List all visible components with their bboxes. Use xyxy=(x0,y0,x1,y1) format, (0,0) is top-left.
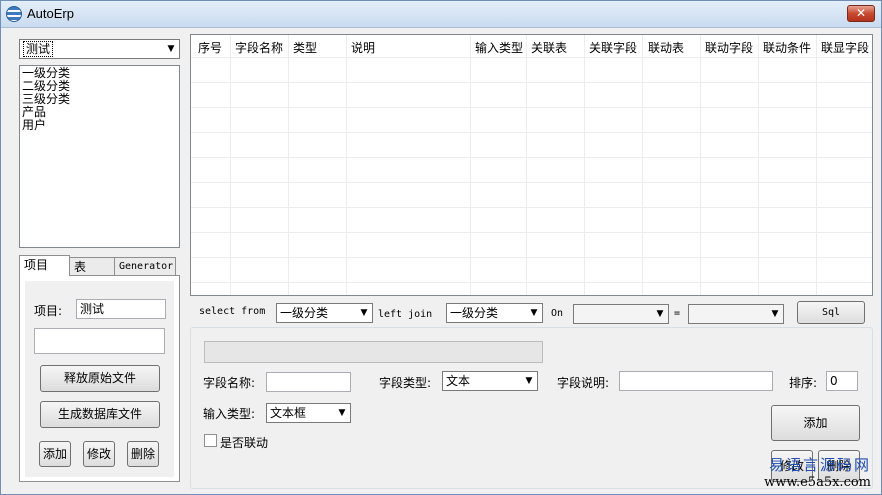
sql-button[interactable]: Sql xyxy=(797,301,865,324)
field-name-input[interactable] xyxy=(266,372,351,392)
equals-label: = xyxy=(674,308,681,319)
app-window: AutoErp ✕ 测试 ▼ 一级分类 二级分类 三级分类 产品 用户 项目 表… xyxy=(0,0,882,495)
column-header[interactable]: 关联表 xyxy=(531,39,567,56)
project-panel-body: 项目: 测试 释放原始文件 生成数据库文件 添加 修改 删除 xyxy=(25,281,174,477)
on-label: On xyxy=(551,308,564,319)
project-note-field[interactable] xyxy=(34,328,165,354)
progress-bar xyxy=(204,341,543,363)
chevron-down-icon: ▼ xyxy=(338,408,346,418)
grid-header: 序号 字段名称 类型 说明 输入类型 关联表 关联字段 联动表 联动字段 联动条… xyxy=(191,35,872,57)
project-add-button[interactable]: 添加 xyxy=(39,441,71,467)
project-tab-panel: 项目: 测试 释放原始文件 生成数据库文件 添加 修改 删除 xyxy=(19,275,180,482)
field-grid[interactable]: 序号 字段名称 类型 说明 输入类型 关联表 关联字段 联动表 联动字段 联动条… xyxy=(190,34,873,296)
column-header[interactable]: 输入类型 xyxy=(475,39,523,56)
field-name-label: 字段名称: xyxy=(203,376,256,390)
category-list[interactable]: 一级分类 二级分类 三级分类 产品 用户 xyxy=(19,65,180,248)
tab-generator[interactable]: Generator xyxy=(114,257,176,276)
project-edit-button[interactable]: 修改 xyxy=(83,441,115,467)
field-type-label: 字段类型: xyxy=(379,376,432,390)
project-name-value: 测试 xyxy=(80,302,105,316)
input-type-select[interactable]: 文本框 ▼ xyxy=(266,403,351,423)
project-select[interactable]: 测试 ▼ xyxy=(19,39,180,59)
field-type-value: 文本 xyxy=(446,374,471,388)
list-item[interactable]: 用户 xyxy=(22,119,177,132)
watermark-text: 易语言源码网 xyxy=(768,456,871,474)
generate-db-button[interactable]: 生成数据库文件 xyxy=(40,401,160,428)
tab-table-label: 表 xyxy=(74,260,87,274)
sort-label: 排序: xyxy=(789,376,818,390)
title-bar: AutoErp ✕ xyxy=(1,1,881,28)
close-button[interactable]: ✕ xyxy=(847,5,875,22)
column-header[interactable]: 联动条件 xyxy=(763,39,811,56)
grid-divider xyxy=(191,57,872,58)
grid-divider xyxy=(526,35,527,295)
grid-divider xyxy=(191,82,872,83)
site-watermark: 易语言源码网 www.e5a5x.com xyxy=(764,454,871,490)
left-join-select[interactable]: 一级分类 ▼ xyxy=(446,303,543,323)
column-header[interactable]: 类型 xyxy=(293,39,317,56)
grid-divider xyxy=(191,157,872,158)
left-join-label: left join xyxy=(378,309,433,320)
sort-input[interactable]: 0 xyxy=(826,371,858,391)
grid-divider xyxy=(191,257,872,258)
on-right-select[interactable]: ▼ xyxy=(688,304,784,324)
grid-divider xyxy=(288,35,289,295)
field-add-button[interactable]: 添加 xyxy=(771,405,860,441)
chevron-down-icon: ▼ xyxy=(656,309,664,319)
column-header[interactable]: 联动字段 xyxy=(705,39,753,56)
column-header[interactable]: 联显字段 xyxy=(821,39,869,56)
select-from-select[interactable]: 一级分类 ▼ xyxy=(276,303,373,323)
field-type-select[interactable]: 文本 ▼ xyxy=(442,371,538,391)
column-header[interactable]: 字段名称 xyxy=(235,39,283,56)
grid-divider xyxy=(816,35,817,295)
release-files-button[interactable]: 释放原始文件 xyxy=(40,365,160,392)
grid-divider xyxy=(346,35,347,295)
sort-value: 0 xyxy=(830,374,838,388)
grid-divider xyxy=(700,35,701,295)
input-type-value: 文本框 xyxy=(270,406,307,420)
grid-divider xyxy=(191,207,872,208)
column-header[interactable]: 说明 xyxy=(351,39,375,56)
chevron-down-icon: ▼ xyxy=(167,44,175,54)
grid-divider xyxy=(191,132,872,133)
grid-divider xyxy=(191,107,872,108)
column-header[interactable]: 关联字段 xyxy=(589,39,637,56)
input-type-label: 输入类型: xyxy=(203,407,256,421)
column-header[interactable]: 序号 xyxy=(198,39,222,56)
watermark-url: www.e5a5x.com xyxy=(764,475,871,490)
field-desc-input[interactable] xyxy=(619,371,773,391)
grid-divider xyxy=(191,282,872,283)
tab-project-label: 项目 xyxy=(24,258,49,272)
linked-checkbox[interactable] xyxy=(204,434,217,447)
select-from-value: 一级分类 xyxy=(280,306,329,320)
grid-divider xyxy=(191,182,872,183)
left-join-value: 一级分类 xyxy=(450,306,499,320)
tab-project[interactable]: 项目 xyxy=(19,255,70,276)
chevron-down-icon: ▼ xyxy=(530,308,538,318)
grid-divider xyxy=(642,35,643,295)
project-name-field[interactable]: 测试 xyxy=(76,299,166,319)
chevron-down-icon: ▼ xyxy=(771,309,779,319)
column-header[interactable]: 联动表 xyxy=(648,39,684,56)
project-select-value: 测试 xyxy=(23,41,54,57)
select-from-label: select from xyxy=(199,306,266,317)
project-name-label: 项目: xyxy=(34,304,63,318)
grid-divider xyxy=(230,35,231,295)
chevron-down-icon: ▼ xyxy=(525,376,533,386)
field-desc-label: 字段说明: xyxy=(557,376,610,390)
linked-label: 是否联动 xyxy=(220,436,269,450)
tab-table[interactable]: 表 xyxy=(69,257,115,276)
grid-divider xyxy=(758,35,759,295)
grid-divider xyxy=(584,35,585,295)
grid-divider xyxy=(470,35,471,295)
project-delete-button[interactable]: 删除 xyxy=(127,441,159,467)
app-logo-icon xyxy=(6,6,22,22)
tab-generator-label: Generator xyxy=(119,261,174,272)
window-title: AutoErp xyxy=(27,6,74,21)
on-left-select[interactable]: ▼ xyxy=(573,304,669,324)
client-area: 测试 ▼ 一级分类 二级分类 三级分类 产品 用户 项目 表 Generator… xyxy=(8,31,876,489)
chevron-down-icon: ▼ xyxy=(360,308,368,318)
grid-divider xyxy=(191,232,872,233)
